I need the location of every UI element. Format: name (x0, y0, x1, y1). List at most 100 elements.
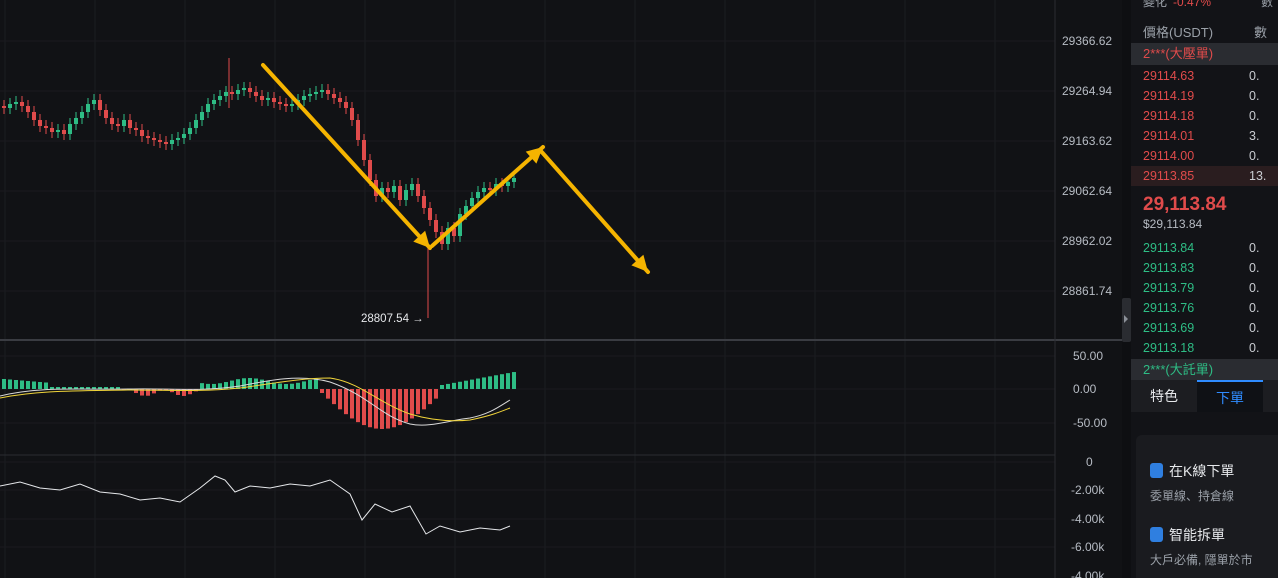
kline-chart[interactable]: 28807.54 → 29366.62 29264.94 29163.62 29062… (0, 0, 1122, 578)
candle-body (38, 120, 42, 126)
candle-body (284, 104, 288, 106)
row-price: 29114.18 (1143, 109, 1195, 123)
macd-histogram-bar (422, 389, 426, 410)
row-price: 29113.69 (1143, 321, 1195, 335)
ask-row[interactable]: 29114.18 0. (1131, 106, 1278, 126)
ask-row[interactable]: 29114.19 0. (1131, 86, 1278, 106)
smart-split-icon (1150, 527, 1163, 542)
macd-histogram-bar (26, 381, 30, 389)
bid-row[interactable]: 29113.84 0. (1131, 238, 1278, 258)
candle-body (182, 134, 186, 138)
candle-body (164, 142, 168, 144)
row-qty: 0. (1249, 89, 1260, 103)
candle-body (2, 106, 6, 108)
candle-body (326, 90, 330, 94)
tab-features[interactable]: 特色 (1131, 380, 1197, 412)
row-price: 29114.19 (1143, 89, 1195, 103)
candle-body (32, 112, 36, 120)
macd-histogram-bar (38, 382, 42, 389)
bid-row[interactable]: 29113.69 0. (1131, 318, 1278, 338)
bid-row[interactable]: 29113.18 0. (1131, 338, 1278, 358)
last-price: 29,113.84 (1143, 194, 1227, 215)
candle-body (410, 184, 414, 190)
side-tabs: 特色 下單 (1131, 380, 1278, 412)
tab-order[interactable]: 下單 (1197, 380, 1263, 412)
ticker-change-row: 變化 -0.47% 數 (1143, 0, 1274, 9)
macd-histogram-bar (56, 387, 60, 389)
feature-smart-split[interactable]: 智能拆單 大戶必備, 隱單於市 (1150, 525, 1253, 568)
bid-row[interactable]: 29113.76 0. (1131, 298, 1278, 318)
candle-body (140, 130, 144, 136)
candle-body (158, 140, 162, 142)
candle-body (8, 104, 12, 108)
candle-body (416, 184, 420, 196)
candle-body (488, 188, 492, 190)
macd-histogram-bar (452, 382, 456, 389)
candle-body (218, 96, 222, 100)
collapse-panel-handle[interactable] (1122, 298, 1131, 342)
row-qty: 13. (1249, 169, 1267, 183)
ask-row[interactable]: 29113.85 13. (1131, 166, 1278, 186)
volume-tick: 0 (1086, 455, 1093, 469)
volume-tick: -2.00k (1071, 483, 1105, 497)
candle-body (212, 100, 216, 104)
candle-body (200, 112, 204, 120)
candle-body (206, 104, 210, 112)
candle-body (320, 90, 324, 92)
row-price: 29113.18 (1143, 341, 1195, 355)
candle-body (194, 120, 198, 128)
candle-body (98, 100, 102, 110)
candlestick-series (2, 58, 516, 318)
candle-body (254, 92, 258, 96)
row-price: 29113.76 (1143, 301, 1195, 315)
candle-body (398, 186, 402, 200)
candle-body (248, 88, 252, 92)
ask-row[interactable]: 29114.00 0. (1131, 146, 1278, 166)
volume-delta-line (0, 475, 511, 535)
candle-body (278, 102, 282, 104)
ask-wall-section[interactable]: 2***(大壓單) (1131, 43, 1278, 65)
macd-histogram-bar (446, 383, 450, 389)
macd-tick: 50.00 (1073, 349, 1103, 363)
macd-histogram-bar (338, 389, 342, 410)
macd-histogram-bar (302, 381, 306, 389)
macd-histogram-bar (416, 389, 420, 415)
ask-row[interactable]: 29114.63 0. (1131, 66, 1278, 86)
orderbook-header: 價格(USDT) 數量 (1131, 20, 1278, 59)
candle-body (20, 102, 24, 106)
price-tick: 29062.64 (1062, 184, 1112, 198)
bid-wall-section[interactable]: 2***(大託單) (1131, 359, 1278, 381)
row-price: 29113.85 (1143, 169, 1195, 183)
macd-histogram-bar (20, 380, 24, 389)
candle-body (428, 208, 432, 220)
kline-chart-area[interactable]: 28807.54 → 29366.62 29264.94 29163.62 29062… (0, 0, 1122, 578)
candle-body (74, 118, 78, 124)
macd-histogram-bar (494, 375, 498, 389)
ask-row[interactable]: 29114.01 3. (1131, 126, 1278, 146)
feature-kline-order[interactable]: 在K線下單 委單線、持倉線 (1150, 461, 1234, 504)
candle-body (290, 104, 294, 106)
bid-row[interactable]: 29113.79 0. (1131, 278, 1278, 298)
candle-body (350, 108, 354, 120)
trend-arrow-shaft (261, 63, 432, 250)
volume-tick: -4.00k (1071, 569, 1105, 578)
row-price: 29114.01 (1143, 129, 1195, 143)
candle-body (26, 106, 30, 112)
macd-histogram-bar (284, 383, 288, 389)
macd-histogram-bar (14, 380, 18, 389)
candle-body (308, 94, 312, 96)
price-tick: 28962.02 (1062, 234, 1112, 248)
low-price-marker: 28807.54 → (361, 313, 424, 325)
volume-delta-panel (0, 475, 511, 535)
candle-body (176, 138, 180, 140)
candle-body (356, 120, 360, 140)
trend-arrow-shaft (430, 145, 545, 248)
macd-histogram-bar (50, 387, 54, 389)
candle-body (236, 90, 240, 94)
candle-body (110, 118, 114, 124)
bid-row[interactable]: 29113.83 0. (1131, 258, 1278, 278)
row-qty: 0. (1249, 149, 1260, 163)
candle-body (332, 94, 336, 98)
macd-tick: 0.00 (1073, 382, 1097, 396)
candle-body (230, 92, 234, 94)
